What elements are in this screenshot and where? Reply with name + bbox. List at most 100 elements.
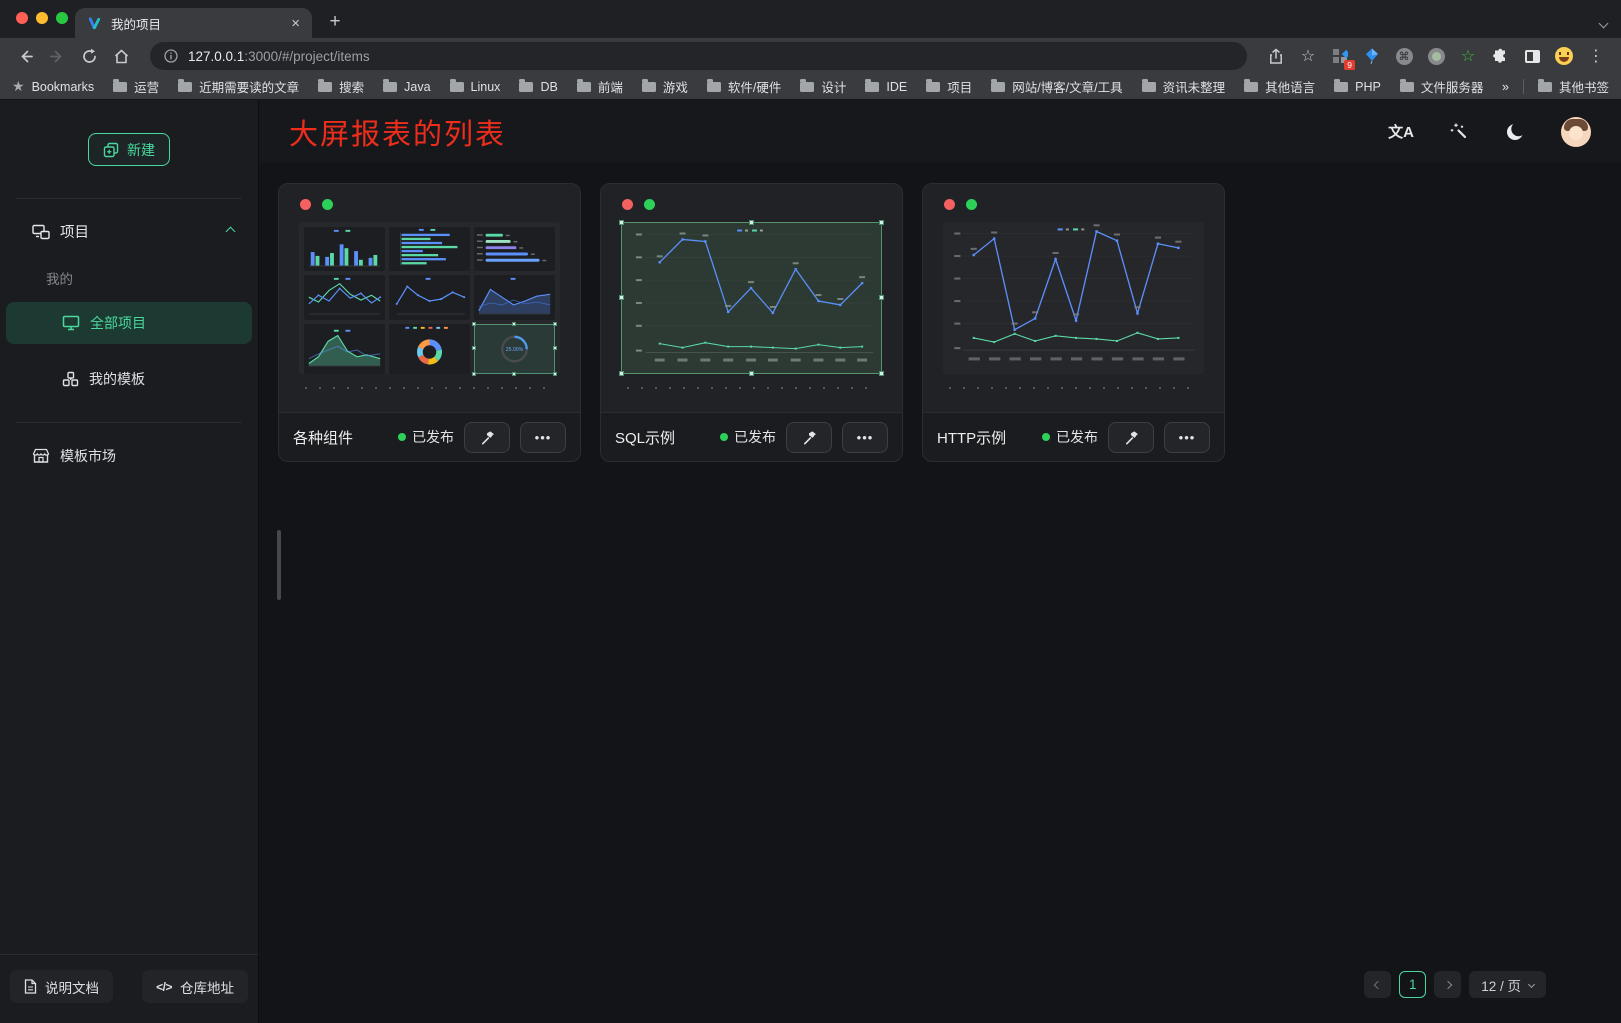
extension-grid-icon[interactable]: 9 xyxy=(1327,43,1353,69)
ellipsis-icon: ••• xyxy=(535,430,552,445)
repo-button[interactable]: </> 仓库地址 xyxy=(142,970,248,1003)
project-cards: 25.00% 各种组件 已发布 ••• xyxy=(259,163,1621,462)
status-badge: 已发布 xyxy=(398,427,454,447)
tab-close-icon[interactable]: × xyxy=(291,15,300,32)
site-favicon xyxy=(87,16,102,31)
more-button[interactable]: ••• xyxy=(842,422,888,453)
sidebar-section-project[interactable]: 项目 xyxy=(0,199,258,242)
more-button[interactable]: ••• xyxy=(1164,422,1210,453)
scrollbar-thumb[interactable] xyxy=(277,530,281,600)
browser-tab[interactable]: 我的项目 × xyxy=(75,8,312,38)
project-name: HTTP示例 xyxy=(937,427,1032,448)
translate-icon[interactable]: 文A xyxy=(1388,121,1414,142)
folder-icon xyxy=(865,82,879,92)
project-icon xyxy=(32,224,50,240)
app-root: 新建 项目 我的 全部项目 xyxy=(0,100,1621,1023)
bookmark-folder[interactable]: DB xyxy=(519,80,557,94)
docs-button[interactable]: 说明文档 xyxy=(10,970,113,1003)
dark-mode-moon-icon[interactable] xyxy=(1505,122,1525,142)
ellipsis-icon: ••• xyxy=(857,430,874,445)
folder-icon xyxy=(1538,82,1552,92)
status-dot-icon xyxy=(398,433,406,441)
folder-icon xyxy=(707,82,721,92)
new-tab-button[interactable]: + xyxy=(322,9,348,35)
bookmark-folder[interactable]: Java xyxy=(383,80,430,94)
window-controls[interactable] xyxy=(16,12,68,24)
reload-button[interactable] xyxy=(76,43,102,69)
dotted-divider xyxy=(627,387,876,389)
bookmark-folder[interactable]: PHP xyxy=(1334,80,1381,94)
ellipsis-icon: ••• xyxy=(1179,430,1196,445)
browser-menu-icon[interactable]: ⋮ xyxy=(1583,46,1609,66)
current-page-button[interactable]: 1 xyxy=(1399,971,1426,998)
project-card-components[interactable]: 25.00% 各种组件 已发布 ••• xyxy=(278,183,581,462)
bookmark-folder[interactable]: 资讯未整理 xyxy=(1142,77,1226,96)
bookmark-folder[interactable]: 运营 xyxy=(113,77,159,96)
chevron-up-icon[interactable] xyxy=(226,227,236,237)
bookmark-folder[interactable]: 网站/博客/文章/工具 xyxy=(991,77,1122,96)
mini-line-chart xyxy=(389,275,470,319)
address-bar[interactable]: 127.0.0.1:3000/#/project/items xyxy=(150,42,1247,70)
selected-chart xyxy=(621,222,882,374)
extensions-puzzle-icon[interactable] xyxy=(1487,43,1513,69)
new-project-button[interactable]: 新建 xyxy=(88,133,170,166)
window-zoom-icon[interactable] xyxy=(56,12,68,24)
pagination: 1 12 / 页 xyxy=(1364,971,1546,998)
forward-button[interactable] xyxy=(44,43,70,69)
edit-button[interactable] xyxy=(464,422,510,453)
url-path: :3000/#/project/items xyxy=(244,49,369,64)
extension-kite-icon[interactable] xyxy=(1359,43,1385,69)
bookmark-folder[interactable]: 项目 xyxy=(926,77,972,96)
bookmark-folder[interactable]: Linux xyxy=(450,80,501,94)
sidebar-item-template-market[interactable]: 模板市场 xyxy=(6,435,252,477)
profile-emoji-icon xyxy=(1555,47,1573,65)
red-dot-icon xyxy=(622,199,633,210)
mini-dual-line-chart xyxy=(304,275,385,319)
page-size-select[interactable]: 12 / 页 xyxy=(1469,971,1546,998)
project-card-sql[interactable]: SQL示例 已发布 ••• xyxy=(600,183,903,462)
sidebar-item-all-projects[interactable]: 全部项目 xyxy=(6,302,252,344)
sidebar-item-my-templates[interactable]: 我的模板 xyxy=(6,358,252,400)
extension-star-icon[interactable]: ☆ xyxy=(1455,43,1481,69)
user-avatar[interactable] xyxy=(1561,117,1591,147)
other-bookmarks[interactable]: 其他书签 xyxy=(1538,77,1609,96)
prev-page-button[interactable] xyxy=(1364,971,1391,998)
bookmark-folder[interactable]: 近期需要读的文章 xyxy=(178,77,299,96)
home-button[interactable] xyxy=(108,43,134,69)
window-minimize-icon[interactable] xyxy=(36,12,48,24)
bookmark-folder[interactable]: 搜索 xyxy=(318,77,364,96)
back-button[interactable] xyxy=(12,43,38,69)
red-dot-icon xyxy=(944,199,955,210)
bookmark-star-icon[interactable]: ☆ xyxy=(1295,46,1321,66)
bookmark-folder[interactable]: IDE xyxy=(865,80,907,94)
bookmark-folder[interactable]: 软件/硬件 xyxy=(707,77,781,96)
extension-command-icon[interactable]: ⌘ xyxy=(1391,43,1417,69)
bookmark-folder[interactable]: 游戏 xyxy=(642,77,688,96)
edit-button[interactable] xyxy=(786,422,832,453)
more-button[interactable]: ••• xyxy=(520,422,566,453)
tab-search-icon[interactable] xyxy=(1600,14,1607,32)
magic-wand-icon[interactable] xyxy=(1450,122,1469,141)
share-icon[interactable] xyxy=(1263,43,1289,69)
folder-icon xyxy=(1142,82,1156,92)
folder-icon xyxy=(642,82,656,92)
bookmark-folder[interactable]: 前端 xyxy=(577,77,623,96)
next-page-button[interactable] xyxy=(1434,971,1461,998)
bookmark-folder[interactable]: 设计 xyxy=(800,77,846,96)
window-close-icon[interactable] xyxy=(16,12,28,24)
bookmark-folder[interactable]: 其他语言 xyxy=(1244,77,1315,96)
bookmarks-manager[interactable]: ★ Bookmarks xyxy=(12,78,94,95)
bookmarks-overflow-icon[interactable]: » xyxy=(1502,80,1509,94)
edit-button[interactable] xyxy=(1108,422,1154,453)
status-badge: 已发布 xyxy=(720,427,776,447)
site-info-icon[interactable] xyxy=(164,49,178,63)
project-card-http[interactable]: HTTP示例 已发布 ••• xyxy=(922,183,1225,462)
side-panel-icon[interactable] xyxy=(1519,43,1545,69)
mini-donut-chart xyxy=(389,324,470,374)
card-window-dots xyxy=(601,184,902,210)
extension-record-icon[interactable] xyxy=(1423,43,1449,69)
page-title: 大屏报表的列表 xyxy=(289,111,506,153)
profile-avatar[interactable] xyxy=(1551,43,1577,69)
dotted-divider xyxy=(305,387,554,389)
bookmark-folder[interactable]: 文件服务器 xyxy=(1400,77,1484,96)
